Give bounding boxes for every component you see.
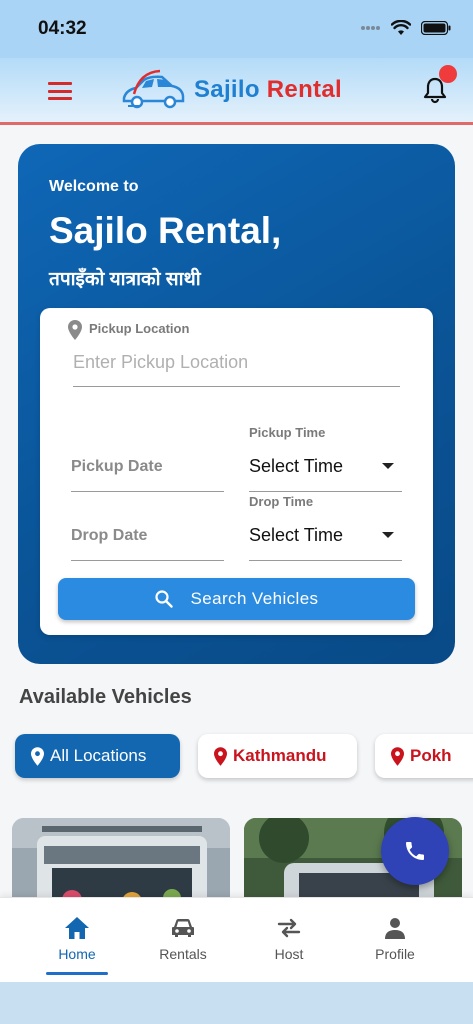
scroll-content-peek bbox=[0, 982, 473, 1024]
nav-profile[interactable]: Profile bbox=[350, 916, 440, 962]
logo-word-rental: Rental bbox=[266, 76, 342, 103]
pickup-time-label: Pickup Time bbox=[249, 425, 326, 440]
pickup-time-select[interactable]: Select Time bbox=[249, 456, 343, 477]
search-form: Pickup Location Enter Pickup Location Pi… bbox=[40, 308, 433, 635]
nav-home[interactable]: Home bbox=[32, 916, 122, 975]
logo-word-sajilo: Sajilo bbox=[194, 76, 260, 103]
car-icon bbox=[172, 919, 194, 937]
chip-label: Pokh bbox=[410, 746, 452, 765]
nav-host[interactable]: Host bbox=[244, 916, 334, 962]
nav-profile-label: Profile bbox=[375, 946, 415, 962]
notification-badge bbox=[439, 65, 457, 83]
wifi-icon bbox=[391, 20, 411, 35]
nav-rentals[interactable]: Rentals bbox=[138, 916, 228, 962]
bottom-nav: Home Rentals Host Profile bbox=[0, 897, 473, 982]
hero-card: Welcome to Sajilo Rental, तपाइँको यात्रा… bbox=[18, 144, 455, 664]
car-logo-icon bbox=[122, 69, 185, 109]
nav-host-label: Host bbox=[274, 946, 304, 962]
pickup-date-field[interactable]: Pickup Date bbox=[71, 458, 163, 476]
drop-time-select[interactable]: Select Time bbox=[249, 525, 343, 546]
drop-time-dropdown-icon[interactable] bbox=[382, 532, 394, 538]
status-icons bbox=[361, 20, 451, 36]
drop-time-underline bbox=[249, 560, 402, 561]
pickup-time-underline bbox=[249, 491, 402, 492]
pickup-location-underline bbox=[73, 386, 400, 387]
section-title: Available Vehicles bbox=[19, 686, 192, 708]
header-divider bbox=[0, 122, 473, 125]
drop-time-label: Drop Time bbox=[249, 494, 314, 509]
search-button-label: Search Vehicles bbox=[190, 589, 319, 608]
drop-date-field[interactable]: Drop Date bbox=[71, 527, 147, 545]
hero-title: Sajilo Rental, bbox=[49, 210, 282, 251]
call-button[interactable] bbox=[381, 817, 449, 885]
app-header: Sajilo Rental bbox=[0, 58, 473, 122]
pickup-time-dropdown-icon[interactable] bbox=[382, 463, 394, 469]
person-icon bbox=[385, 918, 405, 939]
home-icon bbox=[65, 917, 89, 939]
welcome-text: Welcome to bbox=[49, 178, 139, 195]
pickup-date-underline bbox=[71, 491, 224, 492]
status-bar: 04:32 bbox=[0, 0, 473, 58]
status-time: 04:32 bbox=[38, 18, 87, 39]
location-pin-icon bbox=[391, 746, 404, 766]
search-icon bbox=[154, 590, 173, 608]
app-logo: Sajilo Rental bbox=[120, 68, 342, 112]
pickup-location-label: Pickup Location bbox=[89, 321, 190, 336]
hero-subtitle: तपाइँको यात्राको साथी bbox=[49, 269, 201, 290]
phone-icon bbox=[406, 842, 424, 860]
search-vehicles-button[interactable]: Search Vehicles bbox=[58, 578, 415, 620]
location-pin-icon bbox=[214, 746, 227, 766]
signal-dots-icon bbox=[361, 26, 380, 30]
nav-active-indicator bbox=[46, 972, 108, 975]
menu-icon[interactable] bbox=[48, 82, 72, 100]
nav-home-label: Home bbox=[58, 946, 96, 962]
chip-pokhara[interactable]: Pokh bbox=[375, 734, 473, 778]
nav-rentals-label: Rentals bbox=[159, 946, 207, 962]
swap-icon bbox=[277, 918, 301, 938]
pickup-location-input[interactable]: Enter Pickup Location bbox=[73, 352, 248, 373]
chip-label: All Locations bbox=[50, 746, 147, 765]
chip-label: Kathmandu bbox=[233, 746, 327, 765]
logo-text: Sajilo Rental bbox=[194, 76, 342, 104]
location-pin-icon bbox=[68, 320, 82, 340]
battery-icon bbox=[421, 21, 451, 35]
drop-date-underline bbox=[71, 560, 224, 561]
location-pin-icon bbox=[31, 746, 44, 766]
chip-kathmandu[interactable]: Kathmandu bbox=[198, 734, 357, 778]
chip-all-locations[interactable]: All Locations bbox=[15, 734, 180, 778]
